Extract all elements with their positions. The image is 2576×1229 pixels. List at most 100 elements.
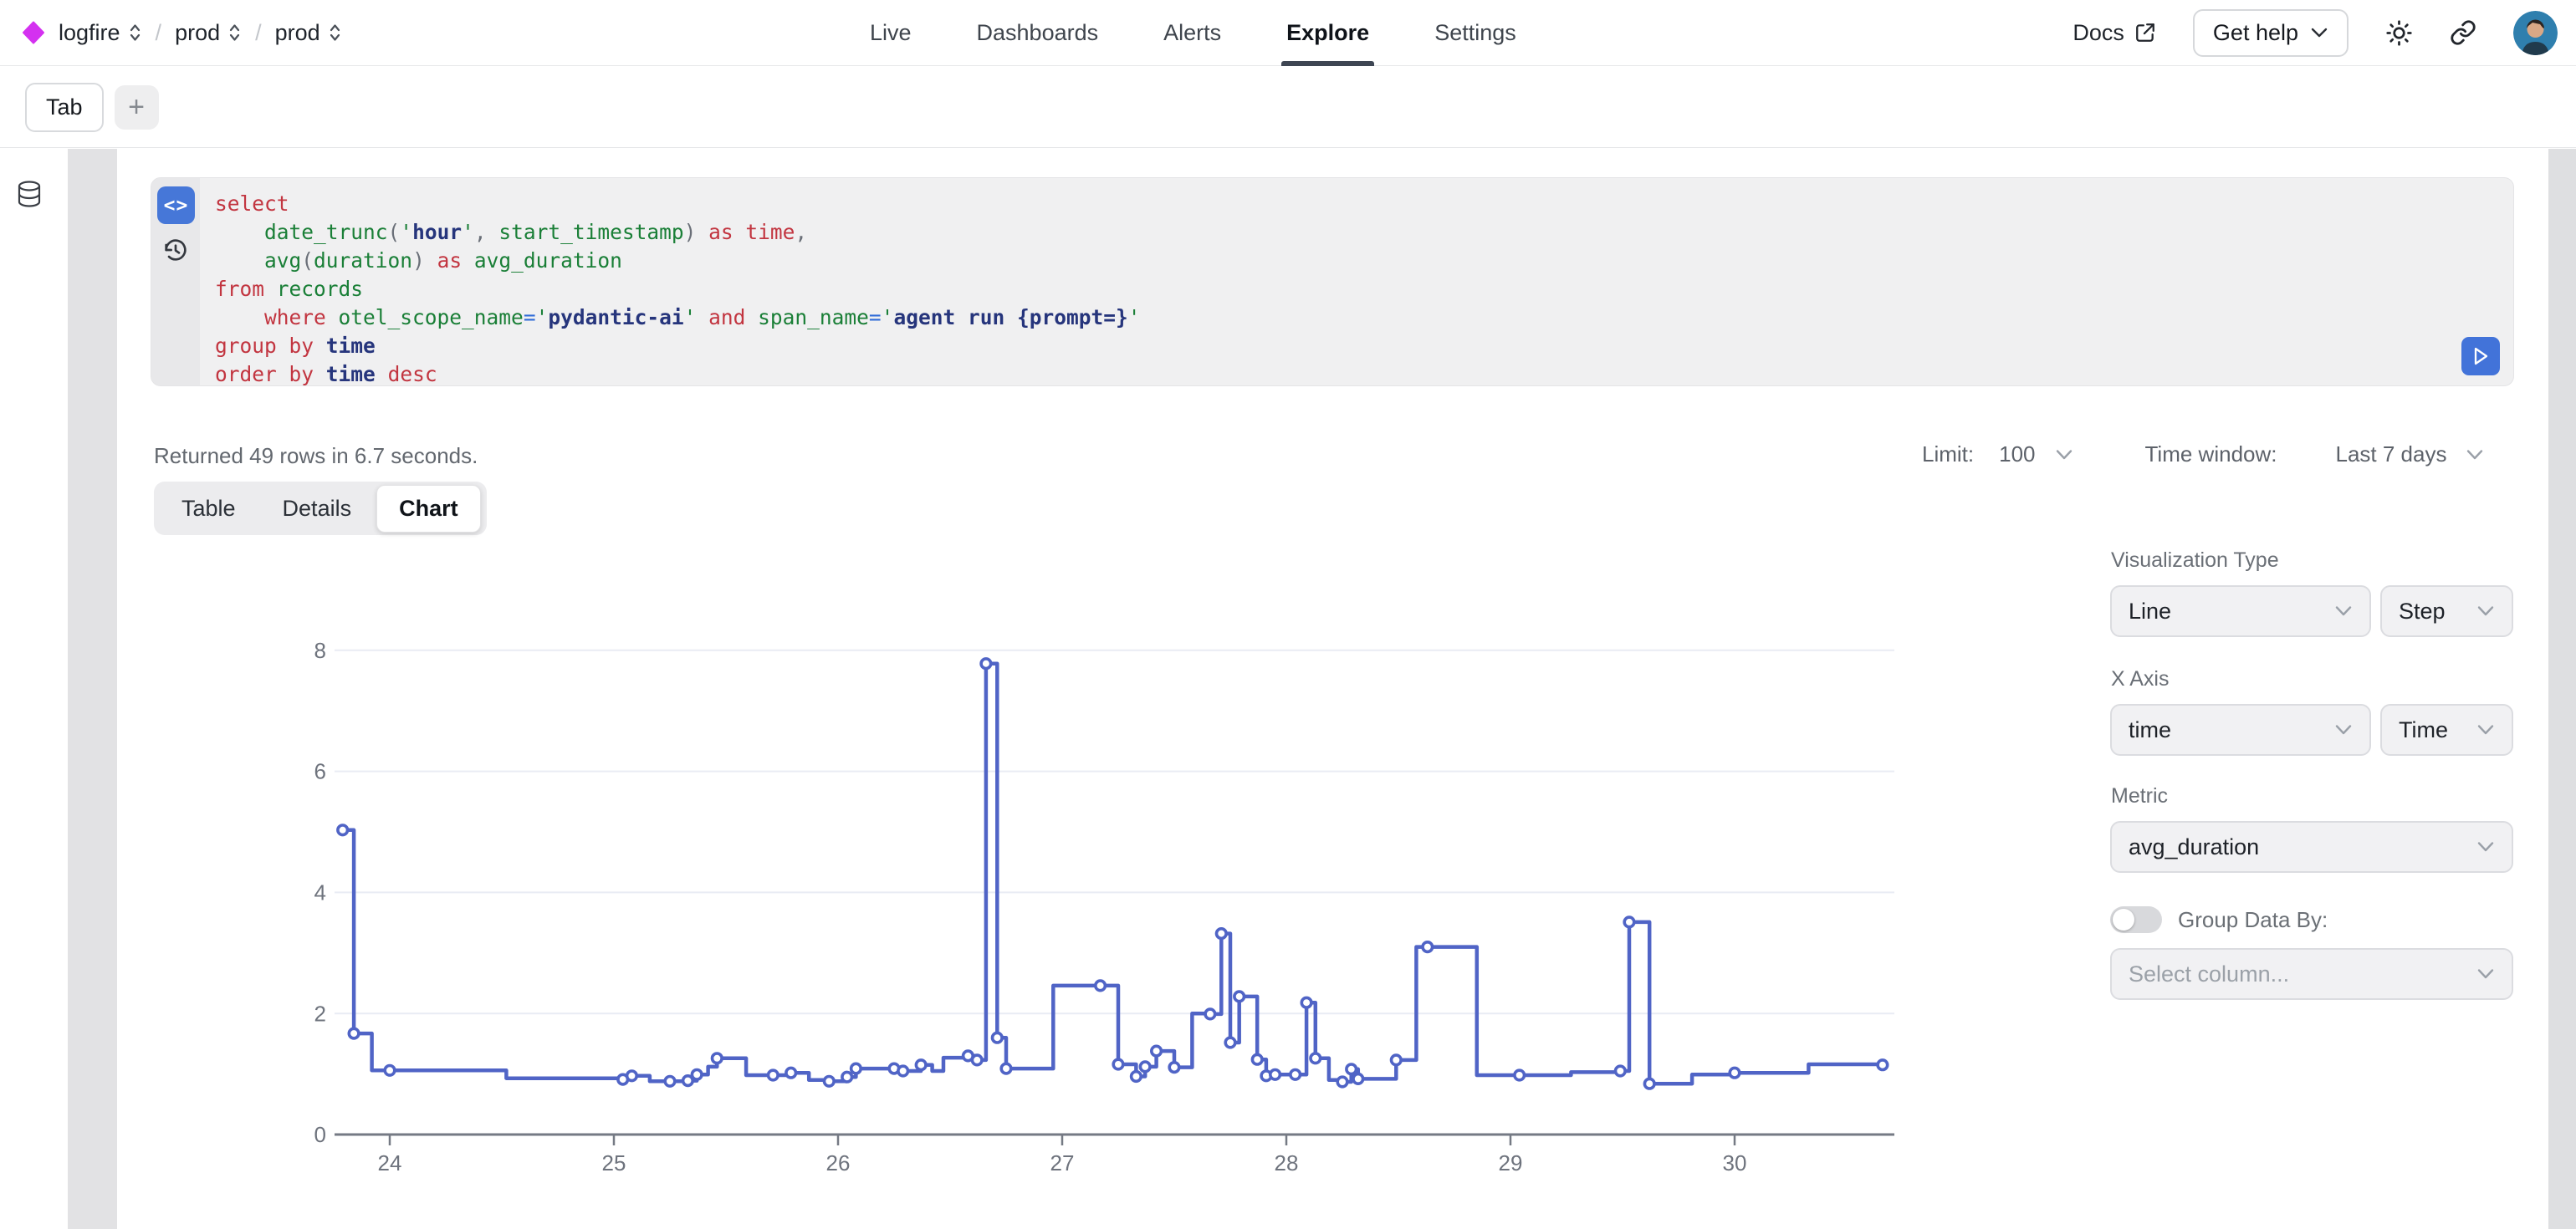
plus-icon: + <box>128 91 145 123</box>
tab-chart[interactable]: Chart <box>376 485 481 533</box>
tab-table[interactable]: Table <box>160 486 258 532</box>
play-icon <box>2471 345 2491 367</box>
group-column-select[interactable]: Select column... <box>2110 948 2513 1000</box>
sun-icon <box>2385 19 2413 47</box>
limit-select[interactable]: 100 <box>1999 441 2073 467</box>
limit-value: 100 <box>1999 441 2035 467</box>
sql-line: avg(duration) as avg_duration <box>215 247 1140 275</box>
project-name: prod <box>175 20 220 46</box>
metric-label: Metric <box>2111 784 2168 808</box>
query-status-text: Returned 49 rows in 6.7 seconds. <box>154 443 478 469</box>
svg-text:28: 28 <box>1275 1150 1299 1175</box>
chevron-down-icon <box>2310 27 2328 38</box>
project-selector[interactable]: prod <box>175 20 242 46</box>
nav-settings[interactable]: Settings <box>1434 0 1516 66</box>
time-window-select[interactable]: Last 7 days <box>2335 441 2484 467</box>
chevron-down-icon <box>2476 968 2495 980</box>
chevron-down-icon <box>2476 841 2495 853</box>
visualization-type-label: Visualization Type <box>2111 548 2279 573</box>
updown-chevron-icon <box>128 22 142 43</box>
nav-dashboards[interactable]: Dashboards <box>977 0 1099 66</box>
sql-editor[interactable]: <> select date_trunc('hour', start_times… <box>151 177 2514 386</box>
group-data-toggle[interactable] <box>2110 906 2162 933</box>
result-view-switcher: Table Details Chart <box>154 482 487 535</box>
nav-live[interactable]: Live <box>870 0 912 66</box>
user-avatar[interactable] <box>2513 11 2558 55</box>
sql-line: date_trunc('hour', start_timestamp) as t… <box>215 218 1140 247</box>
metric-select[interactable]: avg_duration <box>2110 821 2513 873</box>
environment-selector[interactable]: prod <box>275 20 342 46</box>
sql-line: group by time <box>215 332 1140 360</box>
visualization-type-value: Line <box>2129 599 2171 625</box>
query-history-button[interactable] <box>162 237 189 263</box>
svg-text:24: 24 <box>378 1150 402 1175</box>
svg-text:6: 6 <box>314 759 326 784</box>
visualization-type-select[interactable]: Line <box>2110 585 2371 637</box>
limit-label: Limit: <box>1922 441 1974 467</box>
environment-name: prod <box>275 20 320 46</box>
docs-label: Docs <box>2073 20 2124 46</box>
history-icon <box>162 237 189 263</box>
nav-explore[interactable]: Explore <box>1286 0 1369 66</box>
nav-alerts[interactable]: Alerts <box>1163 0 1221 66</box>
sql-line: select <box>215 190 1140 218</box>
x-axis-type-value: Time <box>2399 717 2448 743</box>
schema-browser-button[interactable] <box>17 181 42 207</box>
breadcrumb-separator: / <box>156 20 162 46</box>
svg-text:4: 4 <box>314 880 326 905</box>
updown-chevron-icon <box>328 22 342 43</box>
breadcrumb: logfire / prod / prod <box>22 20 342 46</box>
get-help-label: Get help <box>2213 20 2298 46</box>
svg-text:2: 2 <box>314 1001 326 1026</box>
query-tabs-bar: Tab + <box>0 67 2576 148</box>
svg-text:8: 8 <box>314 638 326 663</box>
explore-page: <> select date_trunc('hour', start_times… <box>0 149 2576 1229</box>
svg-text:26: 26 <box>826 1150 851 1175</box>
query-tab[interactable]: Tab <box>25 83 104 132</box>
org-name: logfire <box>59 20 120 46</box>
x-axis-column-select[interactable]: time <box>2110 704 2371 756</box>
time-window-value: Last 7 days <box>2335 441 2446 467</box>
chevron-down-icon <box>2476 605 2495 617</box>
scrollbar[interactable] <box>2548 149 2576 1229</box>
tab-details[interactable]: Details <box>261 486 374 532</box>
x-axis-label: X Axis <box>2111 667 2169 691</box>
svg-text:27: 27 <box>1050 1150 1075 1175</box>
sql-line: where otel_scope_name='pydantic-ai' and … <box>215 303 1140 332</box>
panel-resizer[interactable] <box>68 149 117 1229</box>
code-icon: <> <box>164 195 189 217</box>
chevron-down-icon <box>2466 449 2484 461</box>
svg-text:25: 25 <box>602 1150 626 1175</box>
svg-text:0: 0 <box>314 1122 326 1147</box>
chevron-down-icon <box>2334 605 2353 617</box>
theme-toggle-button[interactable] <box>2385 19 2413 47</box>
org-selector[interactable]: logfire <box>59 20 142 46</box>
format-code-button[interactable]: <> <box>157 186 195 224</box>
line-style-select[interactable]: Step <box>2380 585 2513 637</box>
get-help-button[interactable]: Get help <box>2193 9 2349 57</box>
chevron-down-icon <box>2055 449 2073 461</box>
metric-value: avg_duration <box>2129 834 2259 860</box>
add-tab-button[interactable]: + <box>115 85 159 130</box>
sql-code[interactable]: select date_trunc('hour', start_timestam… <box>215 190 1140 389</box>
avg-duration-chart: 0246824252627282930 <box>293 585 1932 1183</box>
breadcrumb-separator: / <box>255 20 262 46</box>
share-link-button[interactable] <box>2450 19 2476 46</box>
external-link-icon <box>2134 22 2156 43</box>
logfire-logo-icon <box>22 21 45 44</box>
time-window-label: Time window: <box>2145 441 2277 467</box>
group-column-placeholder: Select column... <box>2129 961 2289 987</box>
link-icon <box>2450 19 2476 46</box>
sql-line: order by time desc <box>215 360 1140 389</box>
x-axis-column-value: time <box>2129 717 2171 743</box>
app-header: logfire / prod / prod Live Dashboards Al… <box>0 0 2576 66</box>
docs-link[interactable]: Docs <box>2073 20 2156 46</box>
database-icon <box>17 181 42 207</box>
group-data-by-label: Group Data By: <box>2178 907 2328 933</box>
x-axis-type-select[interactable]: Time <box>2380 704 2513 756</box>
run-query-button[interactable] <box>2461 337 2500 375</box>
chevron-down-icon <box>2476 724 2495 736</box>
main-nav: Live Dashboards Alerts Explore Settings <box>870 0 1516 66</box>
updown-chevron-icon <box>227 22 242 43</box>
line-style-value: Step <box>2399 599 2446 625</box>
